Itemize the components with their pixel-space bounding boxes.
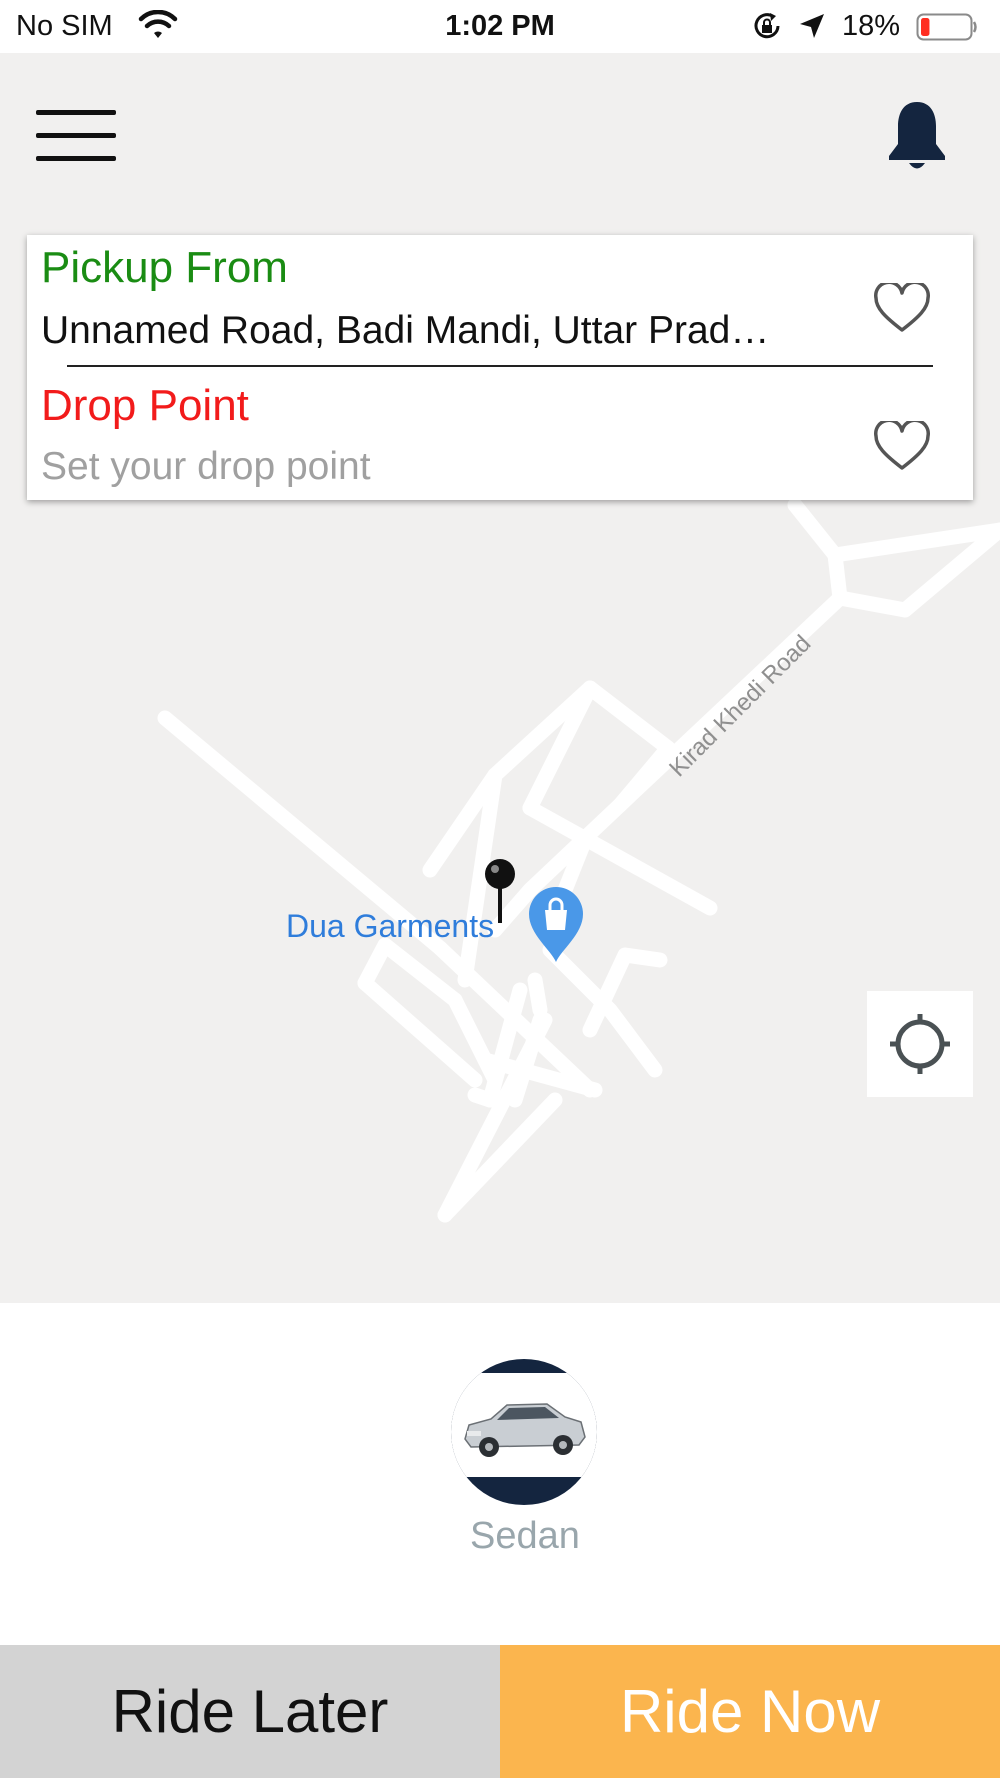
vehicle-name: Sedan <box>470 1515 580 1557</box>
crosshair-icon <box>890 1014 950 1074</box>
poi-label[interactable]: Dua Garments <box>286 908 494 945</box>
location-arrow-icon <box>800 14 824 38</box>
battery-percent: 18% <box>842 10 901 42</box>
locate-me-button[interactable] <box>867 991 973 1097</box>
battery-icon <box>916 13 977 41</box>
sedan-car-image <box>451 1359 597 1505</box>
shopping-bag-marker-icon <box>529 887 583 962</box>
rotation-lock-icon <box>754 13 780 39</box>
bell-icon[interactable] <box>885 98 949 176</box>
pickup-label: Pickup From <box>41 243 288 292</box>
pickup-address-field[interactable]: Unnamed Road, Badi Mandi, Uttar Prad… <box>41 309 871 353</box>
pickup-favorite-heart-icon[interactable] <box>873 283 931 335</box>
drop-label: Drop Point <box>41 381 249 430</box>
road-label: Kirad Khedi Road <box>664 630 816 782</box>
status-bar: No SIM 1:02 PM 18% <box>0 0 1000 53</box>
drop-favorite-heart-icon[interactable] <box>873 421 931 473</box>
ride-now-button[interactable]: Ride Now <box>500 1645 1000 1778</box>
menu-icon[interactable] <box>34 108 118 164</box>
ride-later-button[interactable]: Ride Later <box>0 1645 500 1778</box>
vehicle-option-sedan[interactable]: Sedan <box>449 1359 601 1569</box>
card-divider <box>67 365 933 367</box>
location-card: Pickup From Unnamed Road, Badi Mandi, Ut… <box>27 235 973 500</box>
vehicle-panel: Sedan <box>0 1303 1000 1645</box>
drop-point-input[interactable] <box>41 443 861 491</box>
